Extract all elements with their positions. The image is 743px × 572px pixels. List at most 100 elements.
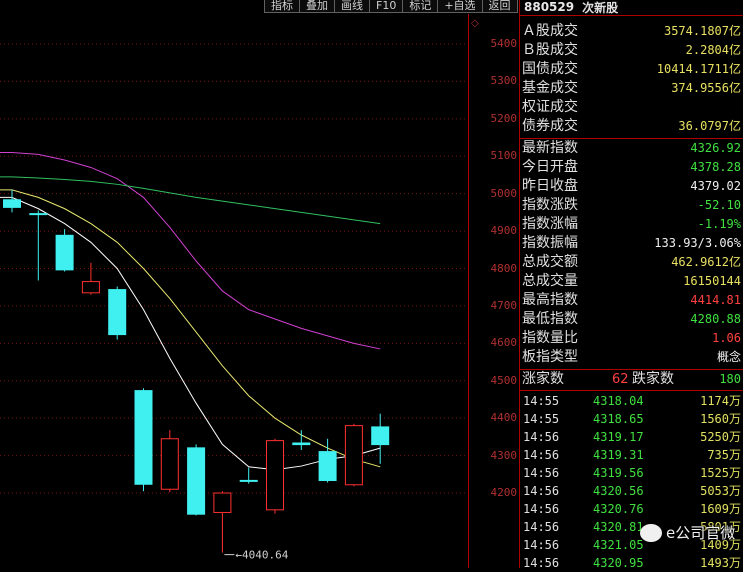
stat-label: 权证成交: [522, 99, 578, 115]
index-label: 指数量比: [522, 330, 578, 346]
tick-row: 14:56 4320.76 1609万: [520, 500, 743, 518]
index-code: 880529: [524, 0, 575, 14]
toolbar-button-0[interactable]: 指标: [264, 0, 300, 13]
y-tick-label: 4500: [490, 373, 518, 387]
stat-row: 债券成交 36.0797亿: [520, 117, 743, 136]
index-value: 462.9612亿: [671, 255, 741, 269]
index-label: 板指类型: [522, 349, 578, 365]
stat-row: 基金成交 374.9556亿: [520, 79, 743, 98]
tick-price: 4320.81: [593, 520, 644, 534]
candle-body: [187, 447, 206, 515]
index-label: 指数涨跌: [522, 197, 578, 213]
tick-row: 14:56 4320.56 5053万: [520, 482, 743, 500]
candle-body: [160, 438, 179, 490]
watermark: e公司官微: [640, 522, 735, 543]
index-value: -1.19%: [697, 217, 741, 231]
toolbar-button-5[interactable]: +自选: [437, 0, 483, 13]
toolbar-button-2[interactable]: 画线: [334, 0, 370, 13]
tick-price: 4319.31: [593, 448, 644, 462]
tick-time: 14:56: [523, 448, 560, 462]
index-value: 4414.81: [690, 293, 741, 307]
axis-settings-icon[interactable]: ◇: [471, 18, 479, 29]
tick-time: 14:56: [523, 484, 560, 498]
wechat-logo-icon: [640, 523, 662, 542]
stat-label: 国债成交: [522, 61, 578, 77]
y-tick-label: 4400: [490, 411, 518, 425]
tick-volume: 1560万: [700, 412, 741, 426]
chart-toolbar: 指标 叠加 画线 F10 标记 +自选 返回: [264, 0, 518, 13]
index-label: 昨日收盘: [522, 178, 578, 194]
stat-label: 债券成交: [522, 118, 578, 134]
stat-label: 基金成交: [522, 80, 578, 96]
tick-row: 14:56 4319.17 5250万: [520, 428, 743, 446]
tick-price: 4320.56: [593, 484, 644, 498]
stat-value: 374.9556亿: [671, 81, 741, 95]
ma-line-1: [0, 189, 381, 468]
y-tick-label: 5200: [490, 111, 518, 125]
toolbar-button-3[interactable]: F10: [369, 0, 404, 13]
index-value: 4378.28: [690, 160, 741, 174]
up-count-label: 涨家数: [522, 371, 564, 387]
candle-body: [318, 451, 337, 482]
breadth-row: 涨家数 62 跌家数 180: [520, 370, 743, 389]
index-value: 1.06: [712, 331, 741, 345]
index-label: 今日开盘: [522, 159, 578, 175]
toolbar-button-6[interactable]: 返回: [481, 0, 518, 13]
index-row: 今日开盘 4378.28: [520, 158, 743, 177]
candle-body: [371, 426, 390, 446]
panel-header: 880529 次新股: [520, 0, 743, 15]
candle-body: [213, 492, 232, 513]
ma-line-3: [0, 176, 381, 225]
index-row: 指数涨跌 -52.10: [520, 196, 743, 215]
y-tick-label: 4700: [490, 298, 518, 312]
index-value: 概念: [716, 350, 741, 364]
stat-label: Ｂ股成交: [522, 42, 578, 58]
index-row: 总成交额 462.9612亿: [520, 253, 743, 272]
tick-volume: 735万: [707, 448, 741, 462]
down-count-label: 跌家数: [632, 371, 674, 387]
candle-body: [108, 289, 127, 336]
y-tick-label: 4900: [490, 224, 518, 238]
down-count: 180: [719, 372, 741, 386]
stat-row: Ａ股成交 3574.1807亿: [520, 22, 743, 41]
watermark-text: e公司官微: [666, 524, 736, 542]
toolbar-button-4[interactable]: 标记: [402, 0, 439, 13]
index-row: 最高指数 4414.81: [520, 291, 743, 310]
tick-row: 14:55 4318.04 1174万: [520, 392, 743, 410]
stat-row: Ｂ股成交 2.2804亿: [520, 41, 743, 60]
tick-row: 14:56 4319.31 735万: [520, 446, 743, 464]
low-price-label: ←4040.64: [235, 549, 288, 562]
tick-price: 4318.65: [593, 412, 644, 426]
index-label: 指数涨幅: [522, 216, 578, 232]
index-label: 最高指数: [522, 292, 578, 308]
y-tick-label: 4800: [490, 261, 518, 275]
tick-time: 14:56: [523, 502, 560, 516]
candle-body: [81, 281, 100, 294]
toolbar-button-1[interactable]: 叠加: [299, 0, 335, 13]
candle-body: [29, 213, 48, 216]
tick-time: 14:55: [523, 394, 560, 408]
tick-price: 4319.17: [593, 430, 644, 444]
index-row: 昨日收盘 4379.02: [520, 177, 743, 196]
price-axis: ◇ 5400 5300 5200 5100 5000 4900 4800 4700 4600 45…: [468, 14, 519, 568]
candlestick-chart[interactable]: ←4040.64: [0, 14, 465, 568]
y-tick-label: 5300: [490, 74, 518, 88]
tick-time: 14:56: [523, 520, 560, 534]
candle-body: [134, 390, 153, 485]
tick-volume: 5053万: [700, 484, 741, 498]
index-row: 最新指数 4326.92: [520, 139, 743, 158]
candle-body: [239, 479, 258, 482]
stat-row: 权证成交: [520, 98, 743, 117]
candle-body: [55, 234, 74, 271]
tick-time: 14:56: [523, 538, 560, 552]
index-label: 总成交量: [522, 273, 578, 289]
index-value: 133.93/3.06%: [654, 236, 741, 250]
tick-price: 4321.05: [593, 538, 644, 552]
tick-time: 14:56: [523, 556, 560, 570]
y-tick-label: 4200: [490, 486, 518, 499]
index-row: 总成交量 16150144: [520, 272, 743, 291]
candle-body: [292, 442, 311, 446]
y-tick-label: 5000: [490, 186, 518, 200]
tick-time: 14:55: [523, 412, 560, 426]
tick-time: 14:56: [523, 466, 560, 480]
